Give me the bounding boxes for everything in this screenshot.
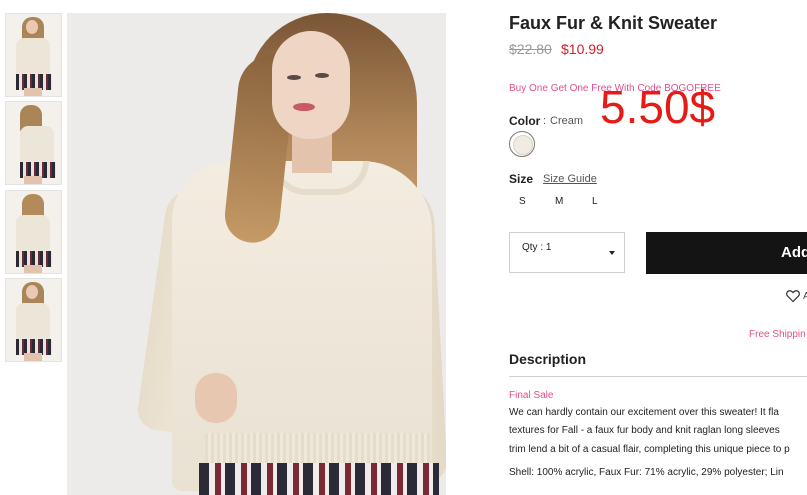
free-shipping-link[interactable]: Free Shippin <box>749 329 806 340</box>
heart-icon[interactable] <box>786 289 800 303</box>
wishlist-label[interactable]: A <box>803 291 807 302</box>
original-price: $22.80 <box>509 41 552 57</box>
size-option-l[interactable]: L <box>592 196 598 207</box>
description-heading: Description <box>509 351 587 367</box>
color-label: Color <box>509 114 541 128</box>
color-separator: : <box>543 115 547 127</box>
description-line-3: trim lend a bit of a casual flair, compl… <box>509 444 790 455</box>
description-line-1: We can hardly contain our excitement ove… <box>509 407 779 418</box>
sale-price: $10.99 <box>561 41 604 57</box>
thumbnail-1[interactable] <box>5 13 62 97</box>
quantity-value: Qty : 1 <box>522 242 552 253</box>
color-value: Cream <box>550 115 584 127</box>
overlay-price-annotation: 5.50$ <box>600 81 716 133</box>
caret-down-icon <box>609 251 615 255</box>
thumbnail-2[interactable] <box>5 101 62 185</box>
thumbnail-4[interactable] <box>5 278 62 362</box>
product-title: Faux Fur & Knit Sweater <box>509 13 718 33</box>
quantity-select[interactable]: Qty : 1 <box>509 232 625 273</box>
size-option-s[interactable]: S <box>519 196 526 207</box>
final-sale-label: Final Sale <box>509 390 554 401</box>
product-main-image[interactable] <box>67 13 446 495</box>
description-divider <box>509 376 807 377</box>
color-swatch-cream[interactable] <box>509 131 535 157</box>
size-guide-link[interactable]: Size Guide <box>543 173 597 185</box>
thumbnail-3[interactable] <box>5 190 62 274</box>
size-option-m[interactable]: M <box>555 196 563 207</box>
add-to-bag-button[interactable]: Add <box>646 232 807 274</box>
description-line-2: textures for Fall - a faux fur body and … <box>509 425 780 436</box>
description-line-4: Shell: 100% acrylic, Faux Fur: 71% acryl… <box>509 467 784 478</box>
add-to-bag-label: Add <box>781 244 807 261</box>
size-label: Size <box>509 172 534 186</box>
